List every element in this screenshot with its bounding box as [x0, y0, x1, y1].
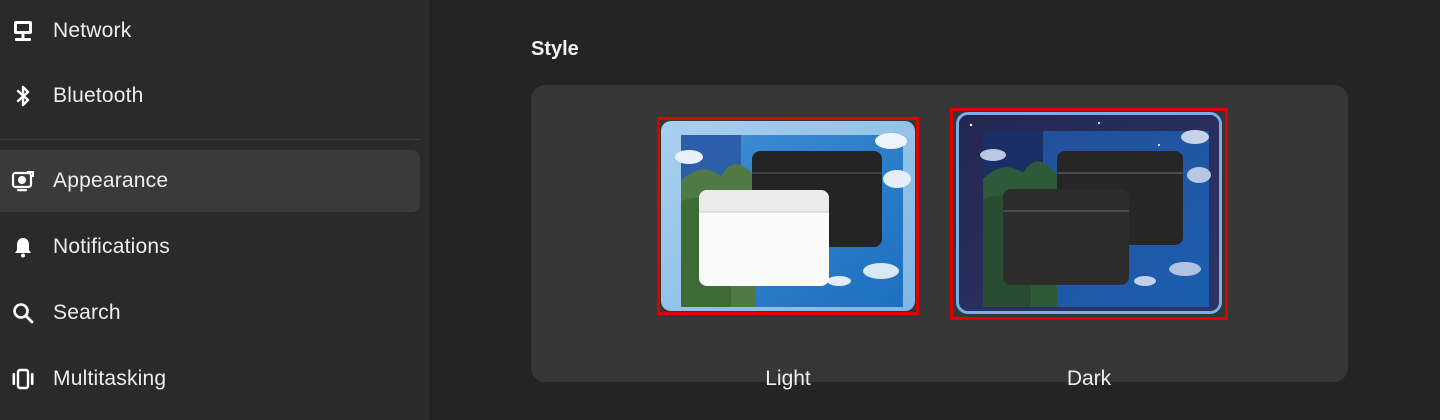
- search-icon: [10, 300, 36, 326]
- style-option-light[interactable]: Light: [657, 117, 919, 390]
- sidebar-item-network[interactable]: Network: [0, 0, 420, 62]
- sidebar-item-label: Appearance: [53, 169, 169, 192]
- section-title: Style: [531, 38, 579, 60]
- sidebar-item-label: Multitasking: [53, 367, 167, 390]
- sidebar-item-appearance[interactable]: Appearance: [0, 150, 420, 212]
- sidebar-item-label: Notifications: [53, 235, 170, 258]
- sidebar-item-bluetooth[interactable]: Bluetooth: [0, 65, 420, 127]
- sidebar-divider: [0, 139, 420, 140]
- style-card: Light Dark: [531, 85, 1348, 390]
- sidebar-item-label: Search: [53, 301, 121, 324]
- appearance-icon: [10, 168, 36, 194]
- sidebar-item-label: Bluetooth: [53, 84, 144, 107]
- sidebar: Network Bluetooth Appearance Notificatio…: [0, 0, 431, 420]
- settings-window: Network Bluetooth Appearance Notificatio…: [0, 0, 1440, 420]
- dark-style-thumbnail: [956, 112, 1222, 314]
- style-option-dark[interactable]: Dark: [950, 108, 1228, 390]
- sidebar-item-search[interactable]: Search: [0, 282, 420, 344]
- sidebar-item-label: Network: [53, 19, 132, 42]
- bell-icon: [10, 234, 36, 260]
- sidebar-item-multitasking[interactable]: Multitasking: [0, 348, 420, 410]
- multitasking-icon: [10, 366, 36, 392]
- light-style-thumbnail: [661, 121, 915, 311]
- sidebar-item-notifications[interactable]: Notifications: [0, 216, 420, 278]
- main-content: Style Light Dark: [431, 0, 1440, 420]
- style-option-label: Light: [765, 367, 811, 390]
- network-icon: [10, 18, 36, 44]
- style-option-label: Dark: [1066, 367, 1112, 390]
- bluetooth-icon: [10, 83, 36, 109]
